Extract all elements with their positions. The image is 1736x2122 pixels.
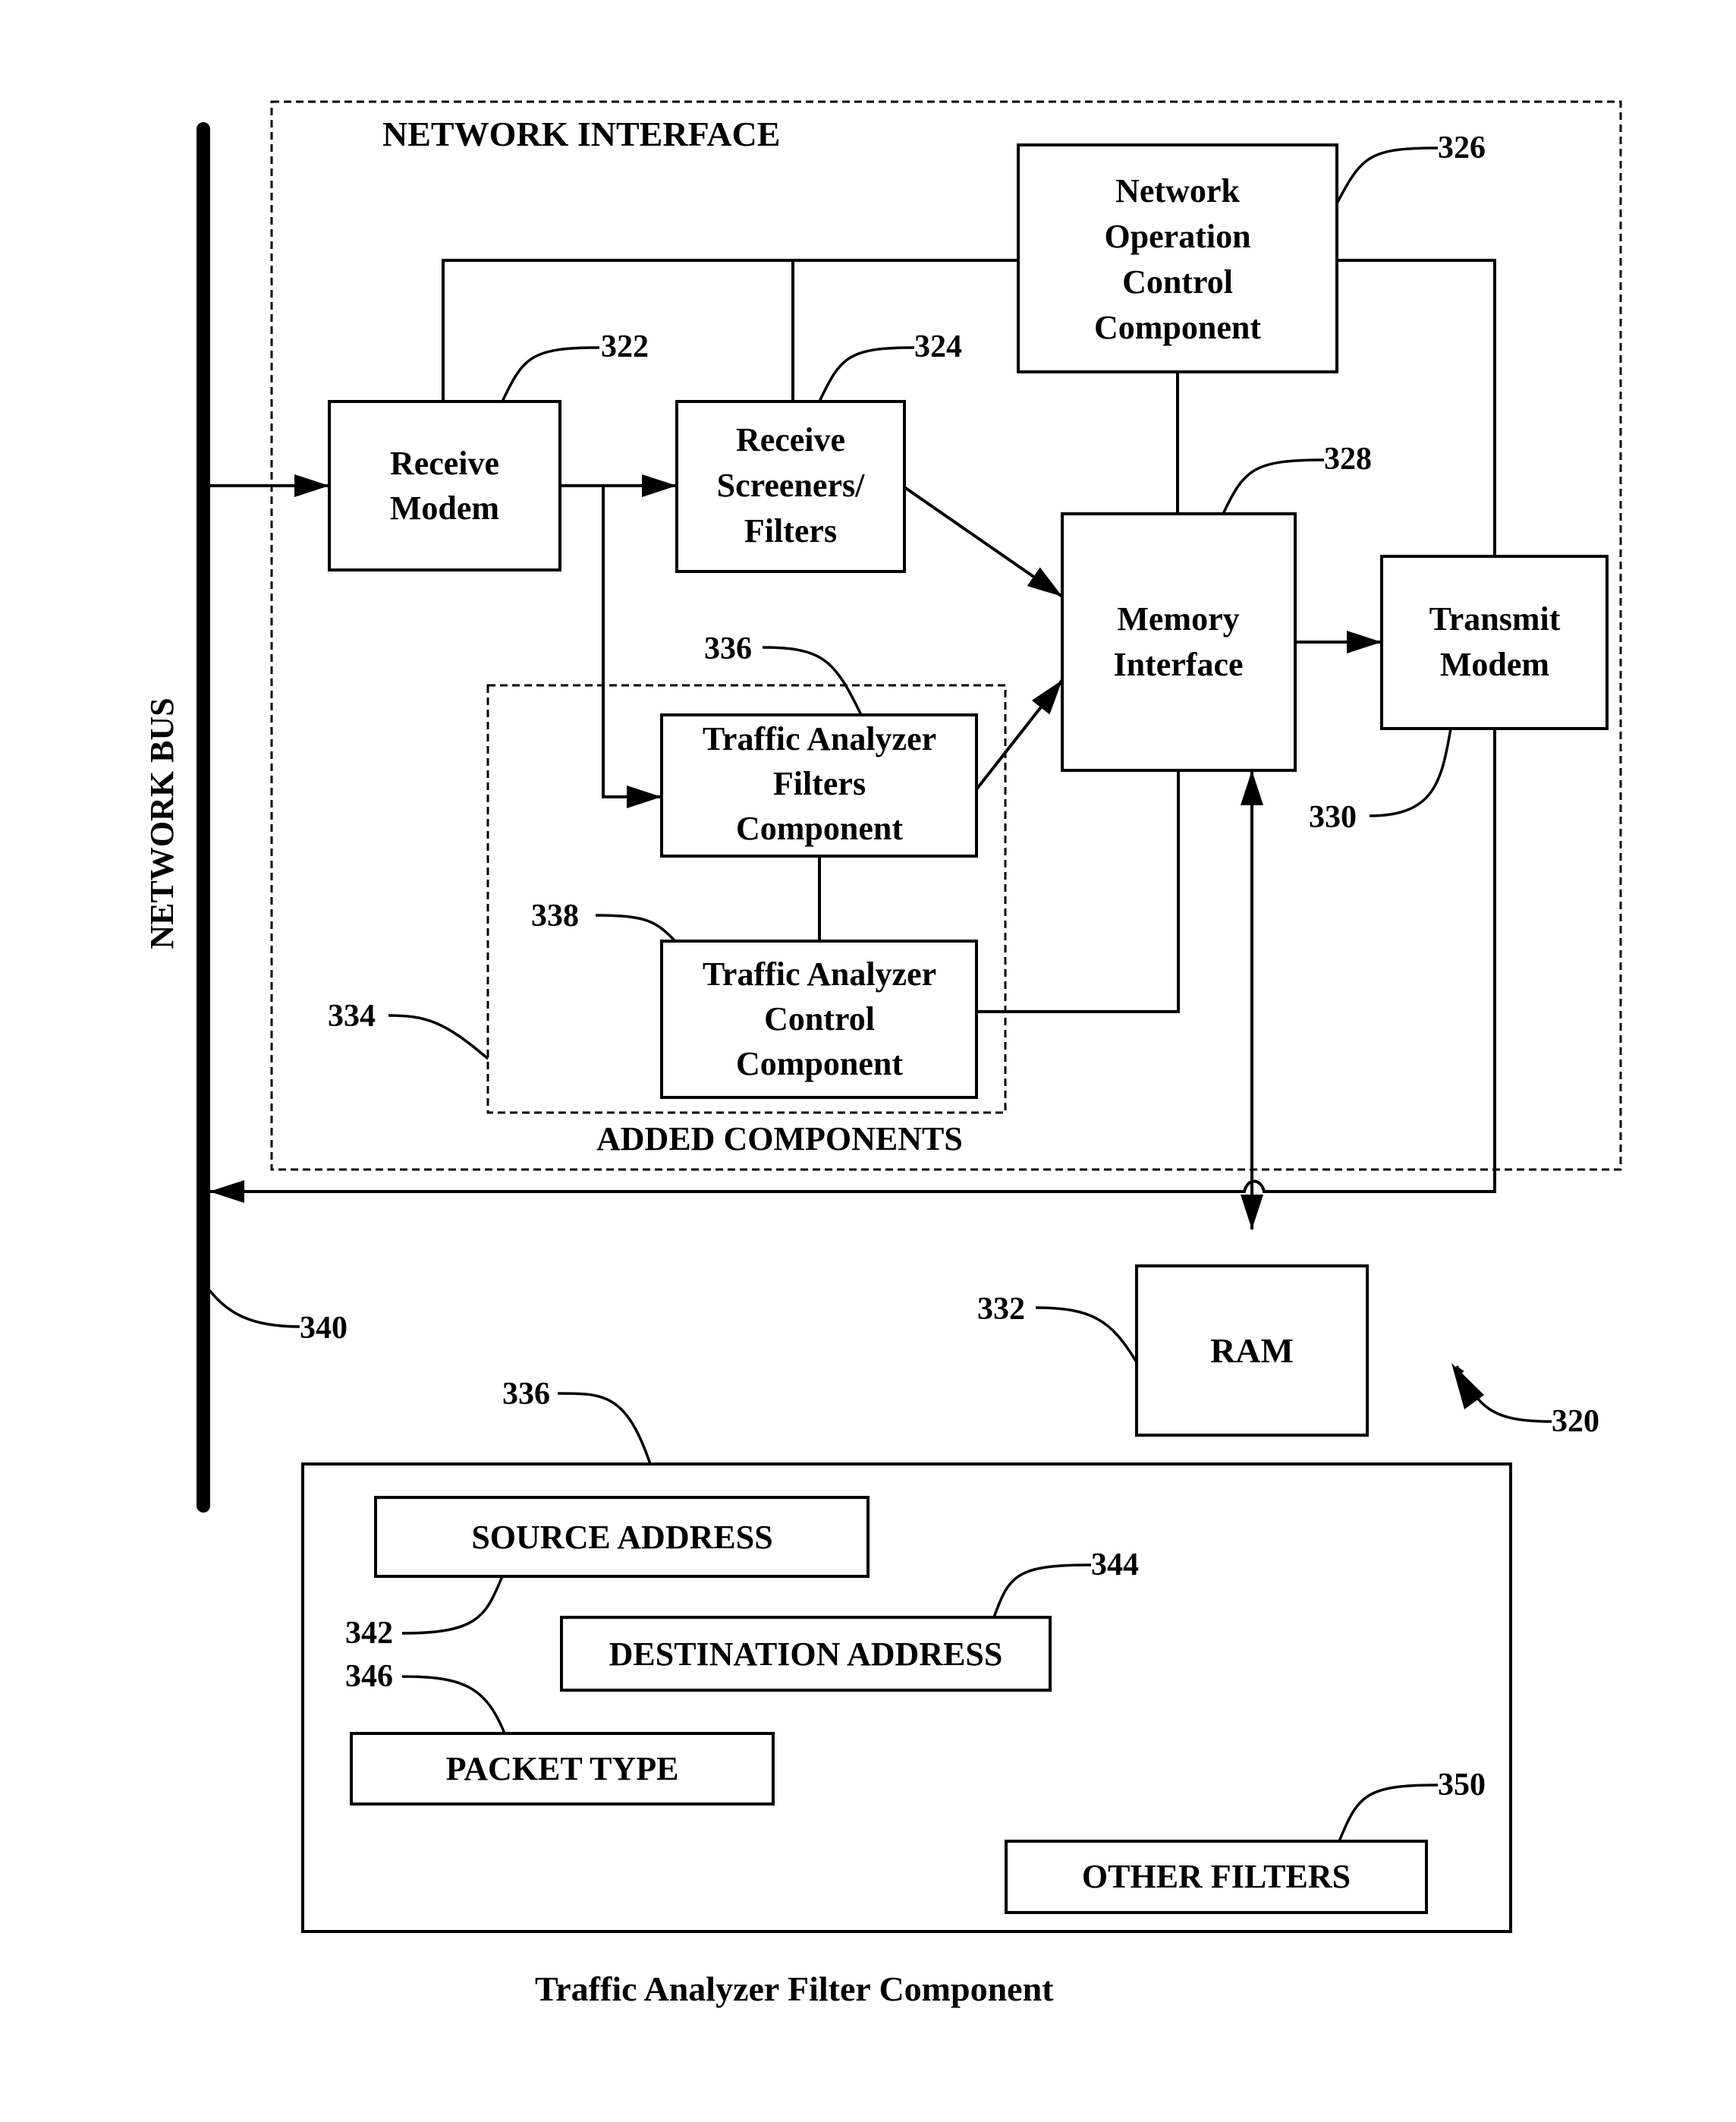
svg-text:Interface: Interface (1113, 646, 1243, 683)
svg-text:RAM: RAM (1210, 1331, 1294, 1370)
ref-334: 334 (328, 999, 376, 1034)
receive-screeners-block: Receive Screeners/ Filters (675, 400, 906, 573)
ref-322: 322 (601, 329, 649, 364)
ref-342: 342 (345, 1616, 393, 1651)
network-bus-label: NETWORK BUS (143, 697, 181, 949)
network-interface-label: NETWORK INTERFACE (382, 115, 780, 153)
ta-filters-block: Traffic Analyzer Filters Component (660, 713, 978, 858)
svg-text:DESTINATION ADDRESS: DESTINATION ADDRESS (609, 1636, 1003, 1673)
ref-346: 346 (345, 1659, 393, 1694)
svg-text:Component: Component (1094, 309, 1261, 346)
filter-source-address: SOURCE ADDRESS (374, 1496, 870, 1578)
transmit-modem-block: Transmit Modem (1380, 555, 1609, 730)
svg-text:Operation: Operation (1104, 218, 1250, 255)
control-bus-transmit (1337, 259, 1496, 556)
receive-modem-block: Receive Modem (328, 400, 561, 571)
leader-330 (1369, 728, 1452, 817)
ref-344: 344 (1091, 1547, 1139, 1582)
svg-text:OTHER FILTERS: OTHER FILTERS (1082, 1858, 1351, 1895)
ref-330: 330 (1309, 800, 1357, 835)
ta-control-block: Traffic Analyzer Control Component (660, 940, 978, 1099)
svg-text:Control: Control (764, 1000, 875, 1037)
leader-332 (1035, 1306, 1138, 1363)
svg-text:Modem: Modem (390, 490, 499, 527)
leader-340 (208, 1289, 300, 1328)
svg-text:Filters: Filters (773, 765, 866, 802)
svg-text:Transmit: Transmit (1429, 600, 1561, 638)
svg-text:Component: Component (736, 810, 903, 847)
svg-text:Control: Control (1122, 263, 1233, 301)
leader-338 (595, 914, 677, 943)
svg-text:Traffic Analyzer: Traffic Analyzer (703, 720, 936, 757)
ref-336-bottom: 336 (502, 1377, 550, 1412)
ref-326: 326 (1438, 131, 1486, 165)
leader-328 (1222, 458, 1325, 515)
arrow-ta-filters-to-memory (975, 678, 1064, 791)
leader-336-top (762, 646, 863, 716)
filter-other-filters: OTHER FILTERS (1005, 1840, 1428, 1914)
ref-340: 340 (300, 1311, 348, 1346)
svg-text:Filters: Filters (744, 512, 837, 549)
svg-text:Network: Network (1115, 172, 1240, 209)
network-operation-control-block: Network Operation Control Component (1017, 143, 1338, 373)
leader-326 (1335, 146, 1439, 204)
filter-packet-type: PACKET TYPE (350, 1732, 775, 1806)
leader-324 (818, 346, 915, 402)
svg-text:Screeners/: Screeners/ (717, 467, 865, 504)
ram-block: RAM (1135, 1264, 1369, 1437)
arrow-320-head (1451, 1363, 1484, 1409)
ref-328: 328 (1324, 442, 1372, 477)
svg-text:SOURCE ADDRESS: SOURCE ADDRESS (471, 1519, 772, 1556)
leader-322 (501, 346, 600, 402)
svg-text:Receive: Receive (390, 445, 499, 482)
svg-text:PACKET TYPE: PACKET TYPE (446, 1750, 679, 1787)
arrow-screeners-to-memory (903, 486, 1064, 598)
svg-text:Traffic Analyzer: Traffic Analyzer (703, 956, 936, 993)
arrow-modem-to-ta-filters (602, 486, 662, 808)
memory-interface-block: Memory Interface (1061, 512, 1297, 772)
ref-332: 332 (977, 1292, 1025, 1327)
ref-338: 338 (531, 899, 579, 933)
leader-334 (388, 1014, 489, 1060)
ref-324: 324 (914, 329, 962, 364)
svg-text:Receive: Receive (736, 421, 845, 458)
patent-diagram: NETWORK BUS 340 NETWORK INTERFACE Receiv… (143, 100, 1622, 2008)
filter-destination-address: DESTINATION ADDRESS (560, 1616, 1052, 1692)
ref-320: 320 (1552, 1404, 1599, 1439)
svg-text:Modem: Modem (1440, 646, 1549, 683)
svg-text:Memory: Memory (1117, 600, 1239, 638)
figure-caption: Traffic Analyzer Filter Component (535, 1969, 1054, 2008)
added-components-label: ADDED COMPONENTS (596, 1120, 963, 1157)
ref-350: 350 (1438, 1768, 1486, 1802)
leader-336-bottom (557, 1392, 652, 1465)
svg-text:Component: Component (736, 1045, 903, 1082)
ta-control-memory-link (976, 770, 1180, 1013)
ref-336-top: 336 (704, 631, 752, 666)
